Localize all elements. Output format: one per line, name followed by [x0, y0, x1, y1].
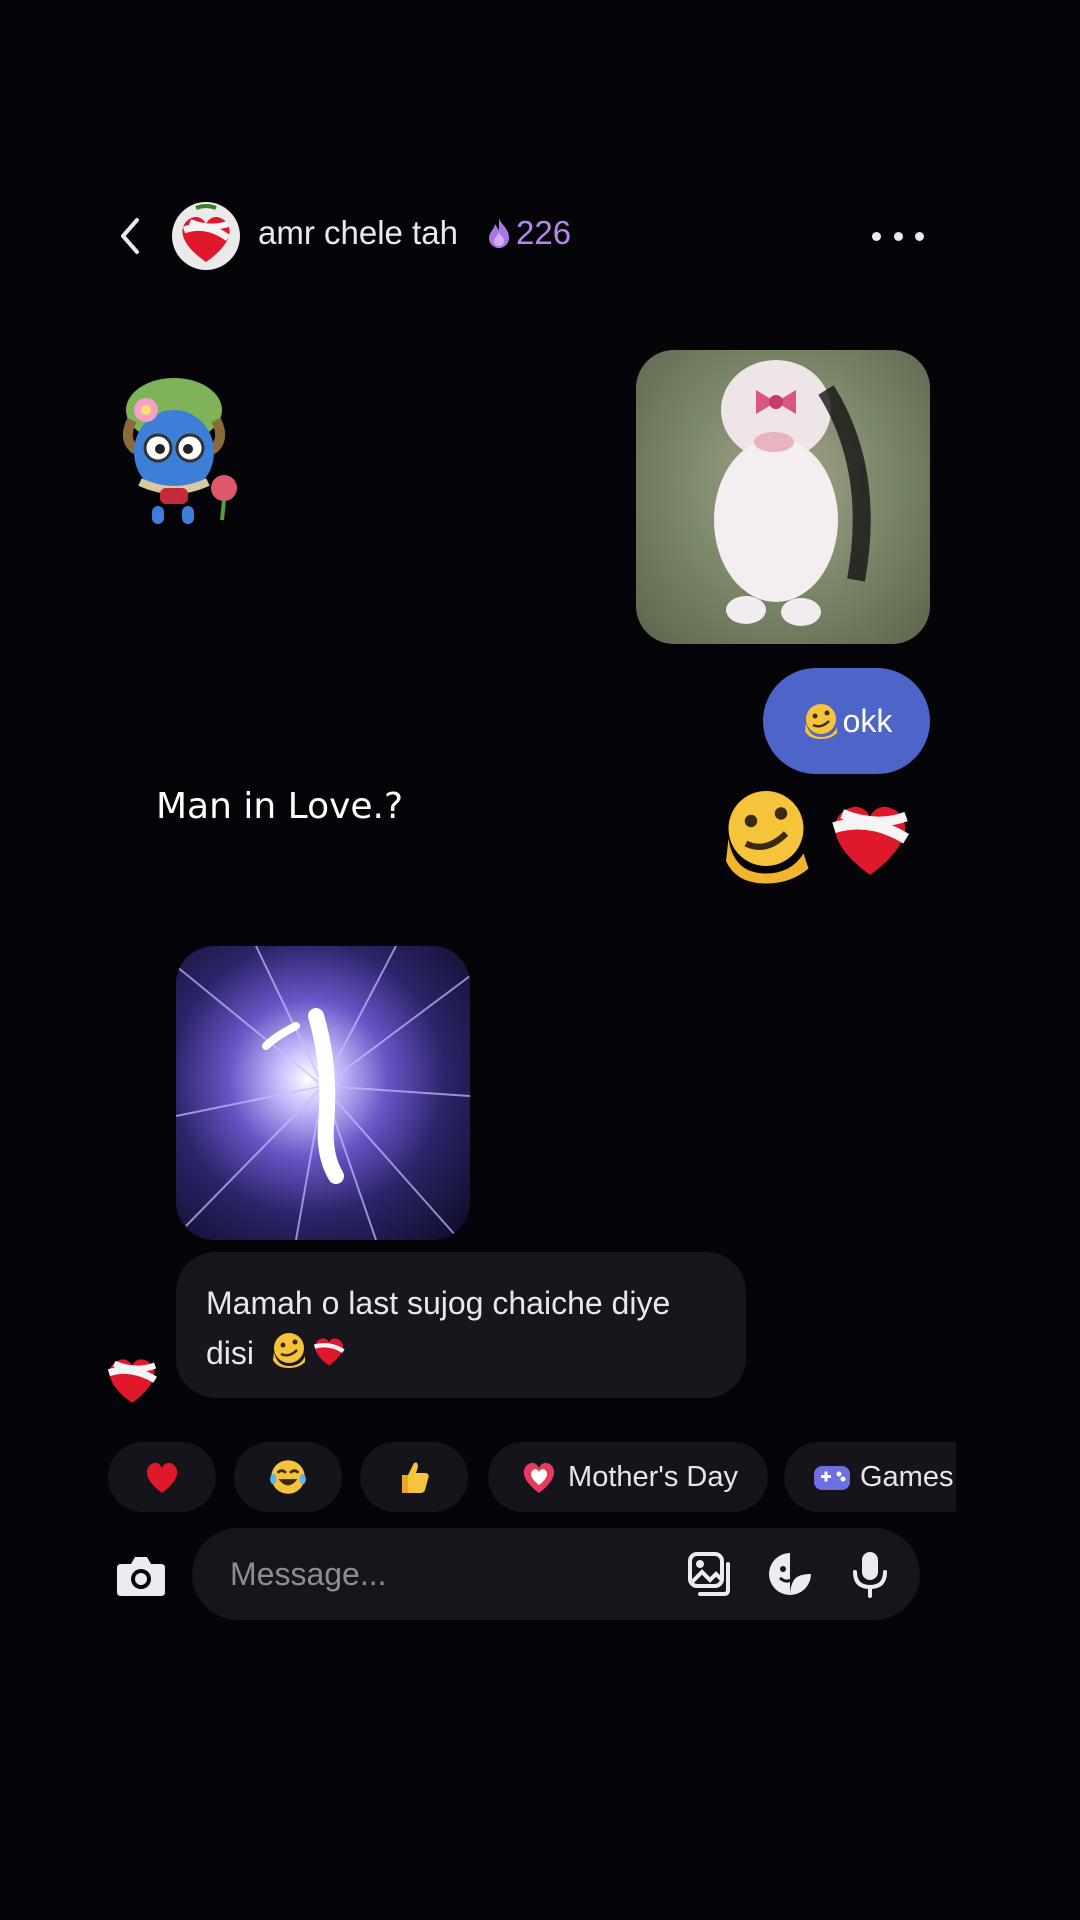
quick-reaction-heart[interactable]	[108, 1442, 216, 1512]
melting-face-emoji	[804, 704, 837, 739]
chat-screen: amr chele tah 226 okk Man in Love.? Mama…	[0, 0, 1080, 1920]
camera-icon	[117, 1557, 165, 1596]
sender-avatar[interactable]	[100, 1346, 164, 1410]
flame-icon	[489, 218, 509, 248]
voice-button[interactable]	[846, 1550, 894, 1598]
chip-label: Games	[860, 1460, 954, 1493]
chip-label: Mother's Day	[568, 1460, 738, 1493]
red-heart-emoji	[146, 1462, 178, 1493]
quick-reaction-bar: Mother's Day Games	[108, 1442, 956, 1512]
melting-face-emoji	[726, 791, 809, 884]
microphone-icon	[853, 1552, 887, 1598]
more-horizontal-icon	[872, 231, 881, 241]
chevron-left-icon	[121, 218, 139, 254]
light-burst-image	[176, 946, 470, 1240]
sent-message-text: okk	[842, 702, 893, 739]
character-sticker[interactable]	[112, 370, 242, 530]
chat-header: amr chele tah 226	[0, 200, 1080, 272]
mending-heart-emoji	[313, 1338, 345, 1366]
sticker-button[interactable]	[766, 1550, 814, 1598]
gamepad-icon	[814, 1466, 850, 1490]
quick-reaction-thumbs-up[interactable]	[360, 1442, 468, 1512]
gallery-button[interactable]	[686, 1550, 734, 1598]
quick-reaction-mothers-day[interactable]: Mother's Day	[488, 1442, 768, 1512]
tears-of-joy-emoji	[270, 1460, 306, 1494]
gallery-icon	[688, 1552, 730, 1596]
streak-badge: 226	[484, 214, 571, 252]
avatar[interactable]	[170, 200, 242, 272]
message-composer	[192, 1528, 920, 1620]
quick-reaction-laugh[interactable]	[234, 1442, 342, 1512]
camera-button[interactable]	[110, 1544, 172, 1606]
more-options-button[interactable]	[872, 220, 924, 252]
message-input[interactable]	[230, 1528, 650, 1620]
large-emoji-message[interactable]	[716, 786, 920, 886]
sent-image-bunny[interactable]	[636, 350, 930, 644]
streak-count: 226	[516, 214, 572, 251]
quick-reaction-games[interactable]: Games	[784, 1442, 956, 1512]
sticker-icon	[769, 1553, 811, 1595]
received-message-bubble[interactable]: Mamah o last sujog chaiche diye disi	[176, 1252, 746, 1398]
video-caption: Man in Love.?	[156, 786, 404, 827]
melting-face-emoji	[272, 1333, 305, 1368]
bunny-photo	[714, 360, 871, 626]
thumbs-up-emoji	[402, 1462, 429, 1493]
received-image-light-burst[interactable]	[176, 946, 470, 1240]
back-button[interactable]	[108, 212, 152, 260]
chat-title[interactable]: amr chele tah	[258, 214, 458, 252]
sent-message-bubble[interactable]: okk	[763, 668, 930, 774]
heart-emoji	[523, 1462, 555, 1493]
mending-heart-emoji	[832, 806, 910, 875]
